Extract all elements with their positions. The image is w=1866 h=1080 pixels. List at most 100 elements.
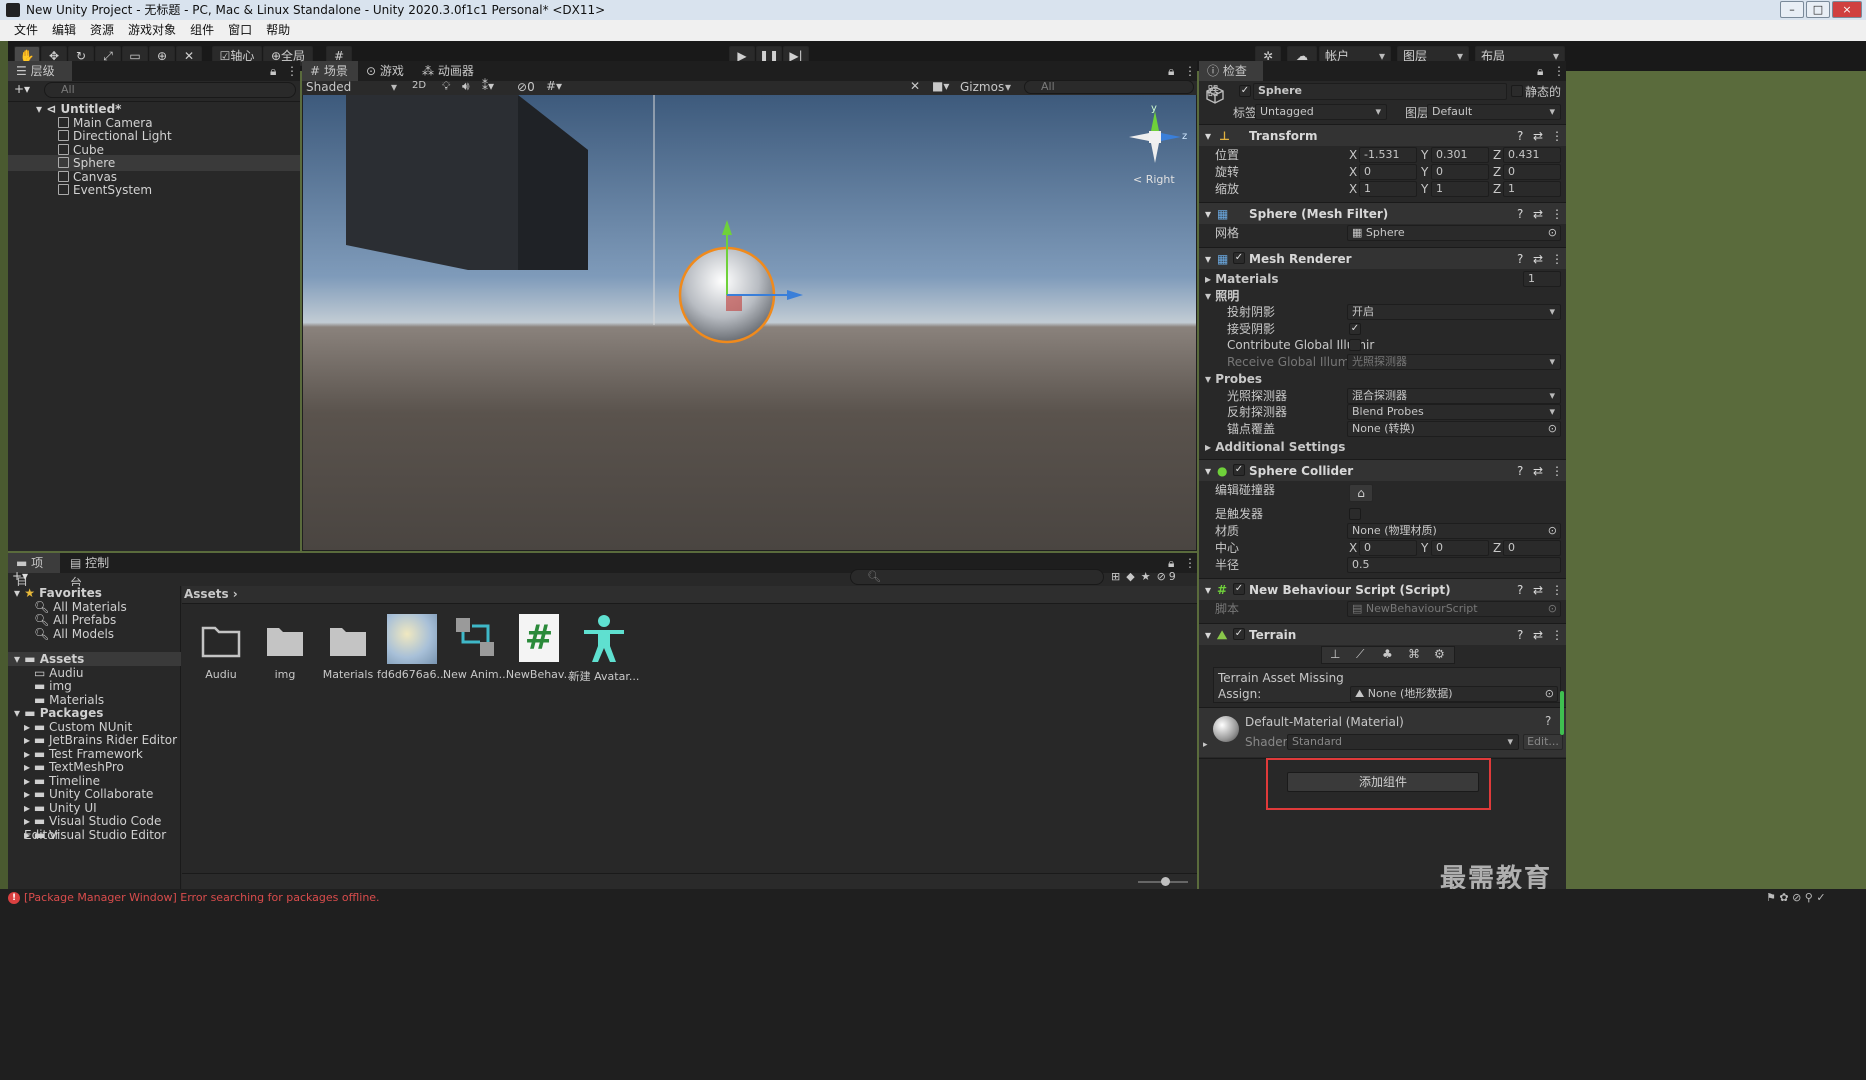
package-item[interactable]: ▸ ▬ Custom NUnit — [24, 720, 132, 734]
package-item[interactable]: ▸ ▬ TextMeshPro — [24, 760, 124, 774]
project-filter-icons[interactable]: ⊞ ◆ ★ ⊘ 9 — [1108, 569, 1182, 583]
position-y[interactable]: 0.301 — [1431, 147, 1489, 163]
rotation-z[interactable]: 0 — [1503, 164, 1561, 180]
scale-z[interactable]: 1 — [1503, 181, 1561, 197]
hidden-objects-icon[interactable]: ⊘0 — [517, 80, 535, 94]
scene-search[interactable]: All — [1024, 80, 1194, 94]
package-item[interactable]: ▸ ▬ Timeline — [24, 774, 100, 788]
close-button[interactable]: × — [1832, 1, 1862, 18]
active-checkbox[interactable]: ✓ — [1239, 85, 1251, 97]
view-orientation-label[interactable]: < Right — [1133, 173, 1175, 186]
lock-icon[interactable]: 🔒︎ — [1537, 61, 1543, 81]
package-item[interactable]: ▸ ▬ Unity Collaborate — [24, 787, 153, 801]
hierarchy-item-sphere[interactable]: Sphere — [8, 155, 300, 171]
more-icon[interactable]: ⋮ — [286, 61, 298, 81]
shading-mode-dropdown[interactable]: Shaded — [306, 80, 402, 94]
status-bar[interactable]: ! [Package Manager Window] Error searchi… — [0, 889, 1866, 907]
package-item[interactable]: ▸ ▬ Unity UI — [24, 801, 97, 815]
minimize-button[interactable]: – — [1780, 1, 1804, 18]
favorite-all-prefabs[interactable]: 🔍︎ All Prefabs — [34, 613, 116, 627]
layer-dropdown[interactable]: Default — [1427, 104, 1561, 120]
status-icons[interactable]: ⚑ ✿ ⊘ ⚲ ✓ — [1766, 889, 1826, 907]
maximize-button[interactable]: □ — [1806, 1, 1830, 18]
folder-img[interactable]: ▬ img — [34, 679, 72, 693]
lock-icon[interactable]: 🔒︎ — [270, 61, 276, 81]
hierarchy-search[interactable]: All — [44, 82, 296, 98]
assets-breadcrumb[interactable]: Assets › — [182, 586, 1197, 604]
scrollbar-indicator[interactable] — [1560, 691, 1564, 735]
rotation-x[interactable]: 0 — [1359, 164, 1417, 180]
center-x[interactable]: 0 — [1359, 540, 1417, 556]
materials-foldout[interactable]: ▸ Materials — [1205, 271, 1279, 287]
hierarchy-item-eventsystem[interactable]: EventSystem — [58, 182, 152, 198]
position-z[interactable]: 0.431 — [1503, 147, 1561, 163]
receive-shadows-checkbox[interactable]: ✓ — [1349, 323, 1361, 335]
contribute-gi-checkbox[interactable] — [1349, 339, 1361, 351]
lighting-toggle-icon[interactable]: 💡︎ — [442, 79, 450, 94]
lighting-foldout[interactable]: ▾ 照明 — [1205, 288, 1239, 304]
light-probes-dropdown[interactable]: 混合探测器 — [1347, 388, 1561, 404]
menu-assets[interactable]: 资源 — [83, 20, 121, 41]
scene-viewport[interactable]: y z < Right — [303, 95, 1196, 550]
favorites-header[interactable]: ▾ ★ Favorites — [14, 586, 102, 600]
terrain-paint-tool-icon[interactable]: ⟋ — [1356, 647, 1364, 662]
terrain-data-field[interactable]: ⛰︎ None (地形数据) ⊙ — [1350, 686, 1558, 702]
terrain-settings-icon[interactable]: ⚙ — [1434, 647, 1445, 661]
more-icon[interactable]: ⋮ — [1184, 553, 1196, 573]
static-checkbox[interactable] — [1511, 85, 1523, 97]
package-item[interactable]: ▸ ▬ Visual Studio Code Editor — [24, 814, 180, 842]
center-z[interactable]: 0 — [1503, 540, 1561, 556]
add-dropdown[interactable]: +▾ — [14, 82, 30, 96]
tools-icon[interactable]: ✕ — [910, 79, 920, 93]
audio-toggle-icon[interactable]: 🔊︎ — [462, 79, 470, 94]
camera-icon[interactable]: ■▾ — [932, 79, 949, 93]
package-item[interactable]: ▸ ▬ Test Framework — [24, 747, 143, 761]
menu-help[interactable]: 帮助 — [259, 20, 297, 41]
terrain-raise-tool-icon[interactable]: ⊥ — [1330, 647, 1340, 661]
menu-file[interactable]: 文件 — [0, 20, 45, 41]
center-y[interactable]: 0 — [1431, 540, 1489, 556]
assets-root[interactable]: ▾ ▬ Assets — [8, 652, 181, 666]
terrain-tree-tool-icon[interactable]: ♣ — [1382, 647, 1393, 661]
folder-audiu[interactable]: ▭ Audiu — [34, 666, 84, 680]
collider-material-field[interactable]: None (物理材质) ⊙ — [1347, 523, 1561, 539]
tab-animator[interactable]: ⁂ 动画器 — [414, 61, 482, 81]
anchor-override-field[interactable]: None (转换) ⊙ — [1347, 421, 1561, 437]
effects-toggle-icon[interactable]: ⁑▾ — [482, 79, 494, 93]
menu-gameobject[interactable]: 游戏对象 — [121, 20, 183, 41]
favorite-all-materials[interactable]: 🔍︎ All Materials — [34, 600, 127, 614]
shader-edit-button[interactable]: Edit... — [1523, 734, 1563, 750]
status-error-message[interactable]: [Package Manager Window] Error searching… — [24, 889, 380, 907]
tab-hierarchy[interactable]: ☰ 层级 — [8, 61, 72, 81]
menu-window[interactable]: 窗口 — [221, 20, 259, 41]
tab-console[interactable]: ▤ 控制台 — [62, 553, 126, 590]
mesh-renderer-header[interactable]: ▾ ▦ ✓ Mesh Renderer ? ⇄ ⋮ — [1199, 247, 1566, 269]
position-x[interactable]: -1.531 — [1359, 147, 1417, 163]
sphere-collider-header[interactable]: ▾ ● ✓ Sphere Collider ? ⇄ ⋮ — [1199, 459, 1566, 481]
packages-root[interactable]: ▾ ▬ Packages — [14, 706, 103, 720]
tab-game[interactable]: ⊙ 游戏 — [358, 61, 414, 81]
menu-component[interactable]: 组件 — [183, 20, 221, 41]
terrain-detail-tool-icon[interactable]: ⌘ — [1408, 647, 1420, 661]
component-help-icon[interactable]: ? — [1545, 714, 1551, 728]
foldout-arrow-icon[interactable]: ▸ — [1203, 740, 1208, 750]
more-icon[interactable]: ⋮ — [1184, 61, 1196, 81]
is-trigger-checkbox[interactable] — [1349, 508, 1361, 520]
edit-collider-button[interactable]: ⌂ — [1349, 484, 1373, 502]
rotation-y[interactable]: 0 — [1431, 164, 1489, 180]
package-item[interactable]: ▸ ▬ JetBrains Rider Editor — [24, 733, 177, 747]
radius-field[interactable]: 0.5 — [1347, 557, 1561, 573]
terrain-header[interactable]: ▾ ⛰︎ ✓ Terrain ? ⇄ ⋮ — [1199, 623, 1566, 645]
menu-edit[interactable]: 编辑 — [45, 20, 83, 41]
reflection-probes-dropdown[interactable]: Blend Probes — [1347, 404, 1561, 420]
probes-foldout[interactable]: ▾ Probes — [1205, 371, 1262, 387]
transform-header[interactable]: ▾ ⊥ Transform ? ⇄ ⋮ — [1199, 124, 1566, 146]
folder-materials[interactable]: ▬ Materials — [34, 693, 104, 707]
shader-dropdown[interactable]: Standard — [1287, 734, 1519, 750]
cast-shadows-dropdown[interactable]: 开启 — [1347, 304, 1561, 320]
tab-scene[interactable]: # 场景 — [302, 61, 358, 81]
2d-toggle[interactable]: 2D — [412, 80, 426, 91]
more-icon[interactable]: ⋮ — [1553, 61, 1565, 81]
object-name-field[interactable]: Sphere — [1253, 83, 1507, 100]
gizmos-dropdown[interactable]: Gizmos — [960, 80, 1016, 94]
